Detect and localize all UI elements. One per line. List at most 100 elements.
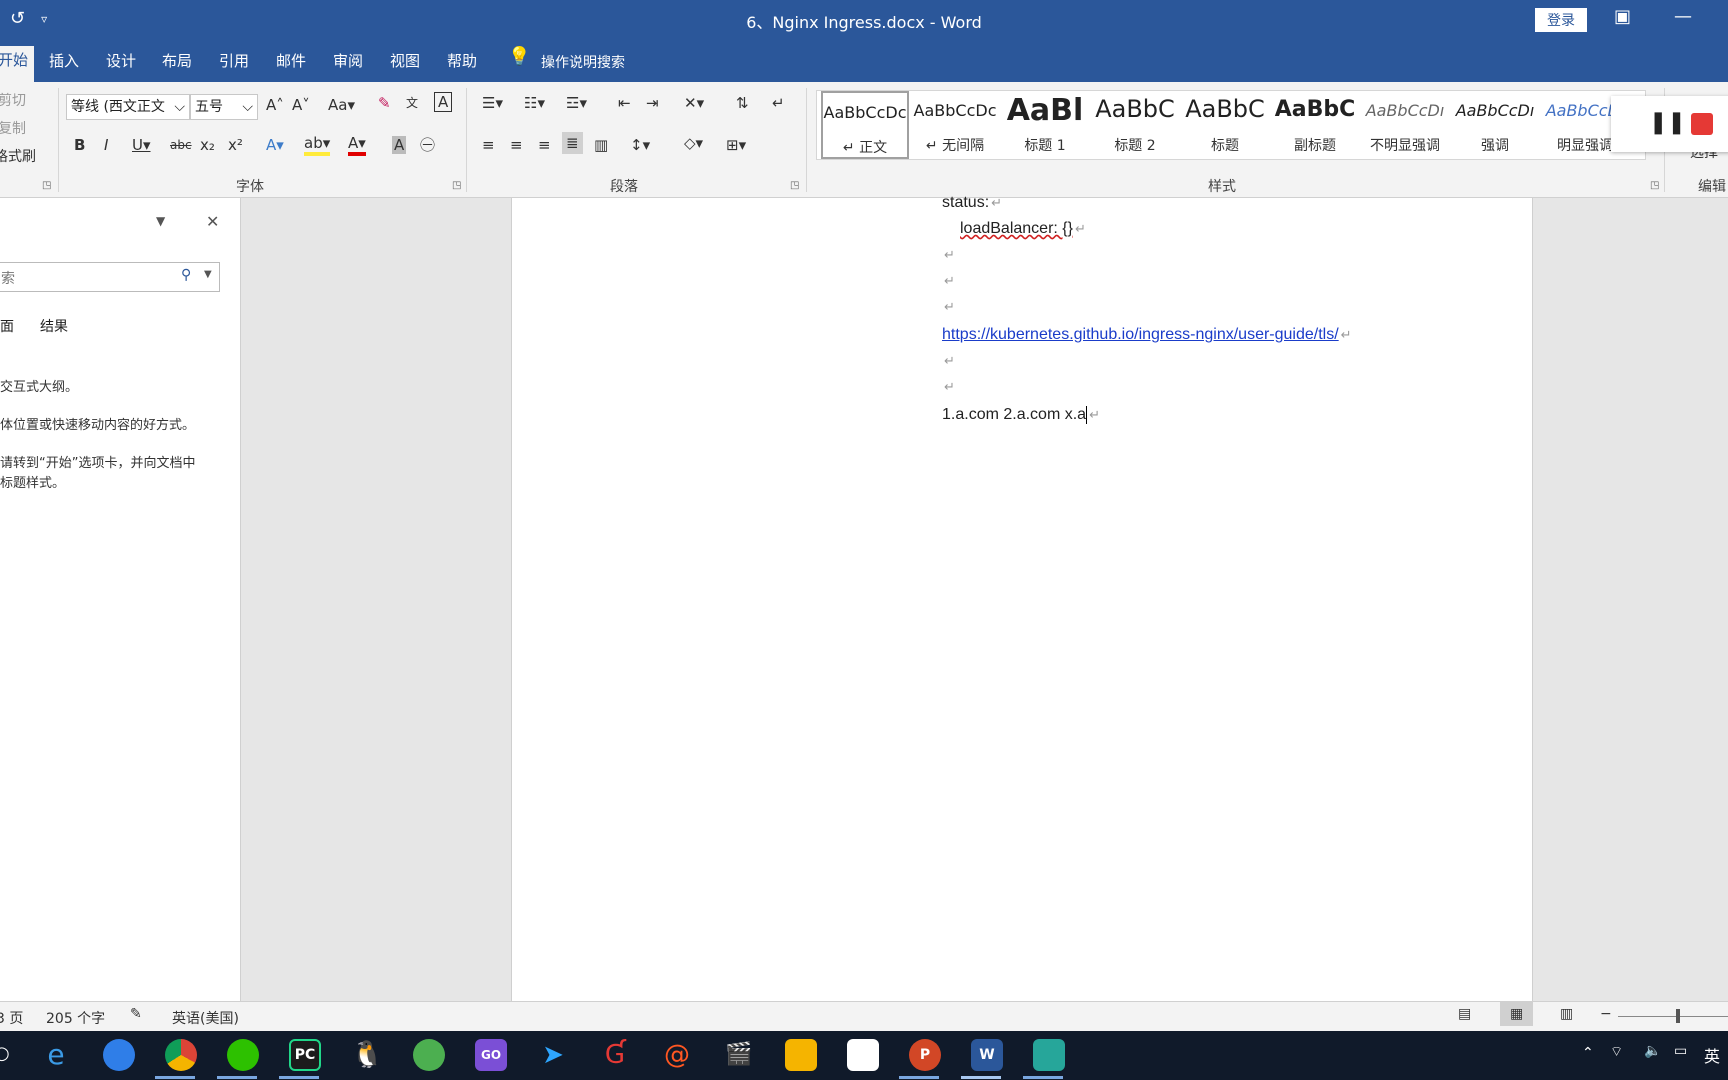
style-title[interactable]: AaBbC 标题 [1181,91,1269,159]
web-layout-icon[interactable]: ▥ [1560,1006,1573,1022]
align-center-icon[interactable]: ≡ [510,136,523,154]
numbering-icon[interactable]: ☷▾ [524,94,545,112]
clear-formatting-icon[interactable]: ✎ [378,94,391,112]
feishu-icon[interactable] [847,1039,879,1071]
sogou-icon[interactable] [103,1039,135,1071]
powerpoint-icon[interactable]: P [909,1039,941,1071]
tab-layout[interactable]: 布局 [162,50,192,71]
shading-icon[interactable]: ◇▾ [684,134,703,152]
change-case-icon[interactable]: Aa▾ [328,96,355,114]
strikethrough-icon[interactable]: abc [170,138,192,152]
font-color-icon[interactable]: A▾ [348,134,366,156]
zoom-out-icon[interactable]: − [1600,1006,1612,1022]
language-indicator[interactable]: 英语(美国) [172,1008,239,1028]
word-count[interactable]: 205 个字 [46,1008,105,1028]
search-icon[interactable]: ⚲ [181,267,191,283]
font-launcher-icon[interactable]: ◳ [452,180,461,191]
pause-icon[interactable]: ❚❚ [1649,110,1686,135]
style-subtitle[interactable]: AaBbC 副标题 [1271,91,1359,159]
wechat-icon[interactable] [227,1039,259,1071]
tab-view[interactable]: 视图 [390,50,420,71]
snail-icon[interactable]: @ [661,1039,693,1071]
shrink-font-icon[interactable]: A˅ [292,96,310,114]
character-shading-icon[interactable]: A [392,136,407,154]
notification-icon[interactable]: ▭ [1674,1043,1687,1059]
phonetic-guide-icon[interactable]: 文 [406,94,418,111]
asian-layout-icon[interactable]: ✕▾ [684,94,704,112]
tab-pages[interactable]: 面 [0,316,14,336]
app-red-icon[interactable]: Ɠ [599,1039,631,1071]
distributed-icon[interactable]: ▥ [594,136,608,154]
tab-insert[interactable]: 插入 [49,50,79,71]
search-dropdown-icon[interactable]: ▼ [204,269,212,280]
tab-home[interactable]: 开始 [0,46,35,82]
multilevel-list-icon[interactable]: ☲▾ [566,94,587,112]
ime-indicator[interactable]: 英 [1704,1043,1720,1067]
ribbon-display-icon[interactable]: ▣ [1614,6,1631,27]
zoom-slider-thumb[interactable] [1676,1009,1680,1023]
zoom-slider[interactable] [1618,1016,1728,1017]
clipboard-launcher-icon[interactable]: ◳ [42,180,51,191]
tray-chevron-icon[interactable]: ⌃ [1582,1045,1594,1061]
tell-me-search[interactable]: 操作说明搜索 [541,52,625,72]
tab-design[interactable]: 设计 [106,50,136,71]
bold-icon[interactable]: B [74,136,85,154]
movie-icon[interactable]: 🎬 [723,1039,755,1071]
close-icon[interactable]: ✕ [206,212,219,231]
align-right-icon[interactable]: ≡ [538,136,551,154]
styles-launcher-icon[interactable]: ◳ [1650,180,1659,191]
show-marks-icon[interactable]: ↵ [772,94,785,112]
chrome-icon[interactable] [165,1039,197,1071]
style-emphasis[interactable]: AaBbCcDı 强调 [1451,91,1539,159]
sort-icon[interactable]: ⇅ [736,94,749,112]
font-size-combo[interactable]: 五号 ⌵ [190,94,258,120]
highlight-icon[interactable]: ab▾ [304,134,331,156]
style-subtle-emphasis[interactable]: AaBbCcDı 不明显强调 [1361,91,1449,159]
tab-review[interactable]: 审阅 [333,50,363,71]
character-border-icon[interactable]: A [434,92,453,112]
pycharm-icon[interactable]: PC [289,1039,321,1071]
underline-icon[interactable]: U▾ [132,136,151,154]
word-icon[interactable]: W [971,1039,1003,1071]
increase-indent-icon[interactable]: ⇥ [646,94,659,112]
bullets-icon[interactable]: ☰▾ [482,94,503,112]
style-heading-2[interactable]: AaBbC 标题 2 [1091,91,1179,159]
tab-results[interactable]: 结果 [40,316,68,336]
superscript-icon[interactable]: x² [228,136,243,154]
copy-button[interactable]: 复制 [0,118,26,138]
style-heading-1[interactable]: AaBl 标题 1 [1001,91,1089,159]
italic-icon[interactable]: I [104,136,108,154]
ie-icon[interactable]: e [40,1039,72,1071]
document-page[interactable]: status: ↵ loadBalancer: {} ↵ ↵ ↵ ↵ https:/… [511,194,1533,1001]
app-yellow-icon[interactable] [785,1039,817,1071]
grow-font-icon[interactable]: A˄ [266,96,284,114]
justify-icon[interactable]: ≣ [562,132,583,154]
hyperlink[interactable]: https://kubernetes.github.io/ingress-ngi… [942,326,1339,343]
read-mode-icon[interactable]: ▤ [1458,1006,1471,1022]
page-count[interactable]: 3 页 [0,1008,23,1028]
borders-icon[interactable]: ⊞▾ [726,136,746,154]
search-input[interactable]: 索 ⚲ ▼ [0,262,220,292]
decrease-indent-icon[interactable]: ⇤ [618,94,631,112]
cut-button[interactable]: 剪切 [0,90,26,110]
wifi-icon[interactable]: ⌔ [1610,1043,1623,1061]
subscript-icon[interactable]: x₂ [200,136,215,154]
text-effects-icon[interactable]: A▾ [266,136,284,154]
cortana-icon[interactable]: ○ [0,1043,10,1064]
login-button[interactable]: 登录 [1535,8,1587,32]
tab-help[interactable]: 帮助 [447,50,477,71]
tab-mailings[interactable]: 邮件 [276,50,306,71]
style-no-spacing[interactable]: AaBbCcDc ↵ 无间隔 [911,91,999,159]
align-left-icon[interactable]: ≡ [482,136,495,154]
goland-icon[interactable]: GO [475,1039,507,1071]
proofing-icon[interactable]: ✎ [130,1006,142,1022]
stop-icon[interactable] [1691,113,1713,135]
line-spacing-icon[interactable]: ↕▾ [630,136,650,154]
volume-icon[interactable]: 🔈 [1644,1043,1661,1059]
tab-references[interactable]: 引用 [219,50,249,71]
print-layout-icon[interactable]: ▦ [1500,1002,1534,1026]
pane-options-icon[interactable]: ▼ [156,214,165,228]
font-name-combo[interactable]: 等线 (西文正文 ⌵ [66,94,190,120]
style-normal[interactable]: AaBbCcDc ↵ 正文 [821,91,909,159]
minimize-icon[interactable]: — [1674,6,1692,27]
